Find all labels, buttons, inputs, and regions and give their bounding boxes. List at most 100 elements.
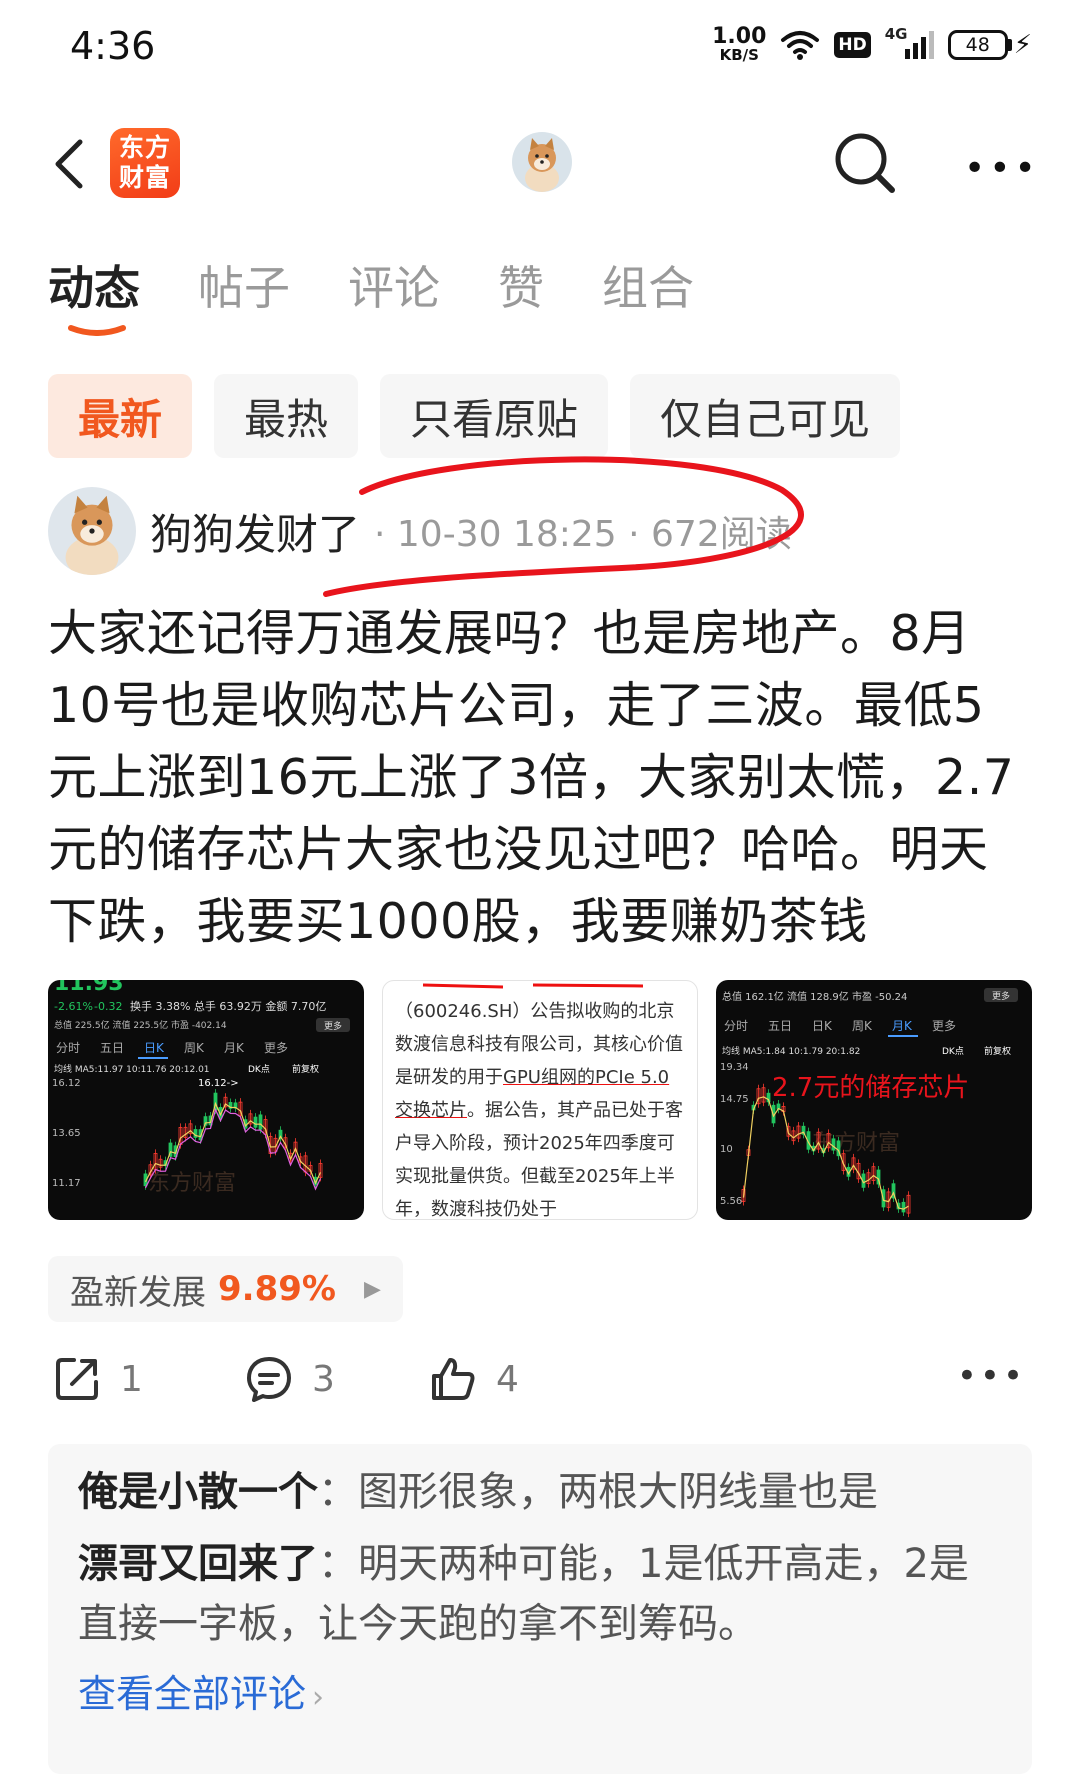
chart1-tab: 月K: [224, 1041, 245, 1055]
chart1-fq: 前复权: [292, 1063, 319, 1075]
like-button[interactable]: 4: [428, 1354, 519, 1404]
comment-user[interactable]: 漂哥又回来了: [78, 1541, 318, 1587]
battery-level: 48: [947, 29, 1008, 60]
kline-chart-2: 总值 162.1亿 流值 128.9亿 市盈 -50.24 更多 分时 五日 日…: [720, 988, 1018, 1218]
tab-portfolio[interactable]: 组合: [602, 258, 694, 318]
wifi-icon: [781, 30, 820, 60]
chart1-price: 11.93: [54, 980, 124, 996]
more-actions-icon[interactable]: •••: [957, 1356, 1026, 1396]
chart1-tab: 更多: [264, 1041, 288, 1055]
chart2-tab: 周K: [852, 1019, 873, 1033]
chart1-period-tabs: 分时 五日 日K 周K 月K 更多: [56, 1041, 288, 1055]
kline-chart-1: 11.93 -2.61% -0.32 换手 3.38% 总手 63.92万 金额…: [52, 980, 350, 1196]
author-avatar[interactable]: [48, 487, 136, 575]
chart1-dk: DK点: [248, 1064, 270, 1075]
tab-label: 评论: [348, 261, 440, 315]
tab-dynamic[interactable]: 动态: [48, 258, 140, 336]
post-image-chart-2[interactable]: 总值 162.1亿 流值 128.9亿 市盈 -50.24 更多 分时 五日 日…: [716, 980, 1032, 1220]
chart1-more: 更多: [324, 1020, 342, 1032]
chart1-y-label: 13.65: [52, 1128, 81, 1139]
user-avatar-small[interactable]: [512, 132, 572, 192]
post-actions: 1 3 4 •••: [48, 1346, 1032, 1416]
chart2-overlay-text: 2.7元的储存芯片: [772, 1073, 969, 1103]
chart1-tab: 周K: [184, 1041, 205, 1055]
chart2-tab: 五日: [768, 1019, 792, 1033]
comment-user[interactable]: 俺是小散一个: [78, 1469, 318, 1515]
comment-item[interactable]: 俺是小散一个：图形很象，两根大阴线量也是: [78, 1462, 1002, 1522]
tab-label: 动态: [48, 261, 140, 315]
net-speed-value: 1.00: [712, 24, 767, 49]
filter-original-only[interactable]: 只看原贴: [380, 374, 609, 458]
candle-body: [831, 1138, 836, 1151]
candle-body: [901, 1201, 906, 1213]
chart2-tab-active: 月K: [892, 1019, 913, 1033]
back-arrow-icon[interactable]: [44, 134, 104, 194]
view-all-label: 查看全部评论: [78, 1672, 307, 1716]
chart1-tab: 五日: [100, 1041, 124, 1055]
search-icon[interactable]: [830, 128, 902, 200]
like-count: 4: [496, 1358, 519, 1400]
candle-body: [258, 1114, 263, 1130]
nav-bar: 东方财富 •••: [0, 112, 1080, 216]
dog-avatar-icon: [48, 487, 136, 575]
share-count: 1: [120, 1358, 143, 1400]
view-all-comments-link[interactable]: 查看全部评论 ›: [78, 1666, 1002, 1726]
chart1-watermark: 东方财富: [148, 1171, 236, 1196]
status-bar: 4:36 1.00 KB/S HD 4G 48 ⚡: [0, 0, 1080, 100]
filter-hot[interactable]: 最热: [214, 374, 359, 458]
comment-separator: ：: [318, 1469, 358, 1515]
post-images: 11.93 -2.61% -0.32 换手 3.38% 总手 63.92万 金额…: [48, 980, 1038, 1220]
post-content[interactable]: 大家还记得万通发展吗？也是房地产。8月10号也是收购芯片公司，走了三波。最低5元…: [48, 598, 1032, 958]
chart1-ma-line: 均线 MA5:11.97 10:11.76 20:12.01: [54, 1063, 210, 1075]
tab-label: 组合: [602, 261, 694, 315]
share-icon: [56, 1358, 98, 1400]
play-arrow-icon: ▶: [363, 1276, 381, 1302]
comment-button[interactable]: 3: [244, 1354, 335, 1404]
dog-avatar-icon: [512, 132, 572, 192]
network-type: 4G: [884, 24, 908, 43]
comments-preview: 俺是小散一个：图形很象，两根大阴线量也是 漂哥又回来了：明天两种可能，1是低开高…: [48, 1444, 1032, 1774]
red-underline-marks: [422, 983, 644, 989]
tab-label: 赞: [498, 261, 544, 315]
chart1-tab: 分时: [56, 1041, 80, 1055]
battery-icon: 48 ⚡: [947, 29, 1032, 60]
chart2-fq: 前复权: [984, 1045, 1011, 1057]
comment-text: 图形很象，两根大阴线量也是: [358, 1469, 878, 1515]
author-name[interactable]: 狗狗发财了: [150, 501, 360, 562]
chart2-tab: 日K: [812, 1019, 833, 1033]
candle-body: [253, 1116, 258, 1128]
cell-signal-icon: 4G: [885, 25, 934, 59]
chart1-tab-active: 日K: [144, 1041, 165, 1055]
chart2-ma-line: 均线 MA5:1.84 10:1.79 20:1.82: [722, 1045, 860, 1057]
tab-likes[interactable]: 赞: [498, 258, 544, 318]
chart1-change-pct: -2.61%: [54, 1000, 93, 1013]
tab-label: 帖子: [198, 261, 290, 315]
chart2-tab: 更多: [932, 1019, 956, 1033]
tab-comments[interactable]: 评论: [348, 258, 440, 318]
app-logo[interactable]: 东方财富: [110, 128, 180, 198]
status-time: 4:36: [70, 24, 156, 68]
chart2-y-label: 5.56: [720, 1196, 742, 1207]
post-image-chart-1[interactable]: 11.93 -2.61% -0.32 换手 3.38% 总手 63.92万 金额…: [48, 980, 364, 1220]
comment-item[interactable]: 漂哥又回来了：明天两种可能，1是低开高走，2是直接一字板，让今天跑的拿不到筹码。: [78, 1534, 1002, 1654]
tab-posts[interactable]: 帖子: [198, 258, 290, 318]
profile-tabs: 动态 帖子 评论 赞 组合: [48, 258, 752, 336]
comment-separator: ：: [318, 1541, 358, 1587]
charging-icon: ⚡: [1013, 29, 1032, 60]
comment-icon: [247, 1357, 291, 1402]
post-author-row: 狗狗发财了 · 10-30 18:25 · 672阅读: [48, 486, 792, 576]
stock-tag[interactable]: 盈新发展 9.89% ▶: [48, 1256, 403, 1322]
stock-change: 9.89%: [218, 1269, 336, 1309]
post-meta: · 10-30 18:25 · 672阅读: [374, 514, 792, 555]
filter-latest[interactable]: 最新: [48, 374, 193, 458]
post-image-text[interactable]: （600246.SH）公告拟收购的北京数渡信息科技有限公司，其核心价值是研发的用…: [382, 980, 698, 1220]
chart2-tab: 分时: [724, 1019, 748, 1033]
filter-private[interactable]: 仅自己可见: [630, 374, 901, 458]
net-speed: 1.00 KB/S: [712, 26, 766, 63]
share-button[interactable]: 1: [52, 1354, 143, 1404]
status-icons: 1.00 KB/S HD 4G 48 ⚡: [712, 25, 1032, 63]
chart1-stats-row1: 换手 3.38% 总手 63.92万 金额 7.70亿: [130, 999, 326, 1013]
more-options-icon[interactable]: •••: [964, 148, 1040, 189]
chart1-stats-row2: 总值 225.5亿 流值 225.5亿 市盈 -402.14: [54, 1019, 227, 1031]
chart2-more: 更多: [992, 990, 1010, 1002]
